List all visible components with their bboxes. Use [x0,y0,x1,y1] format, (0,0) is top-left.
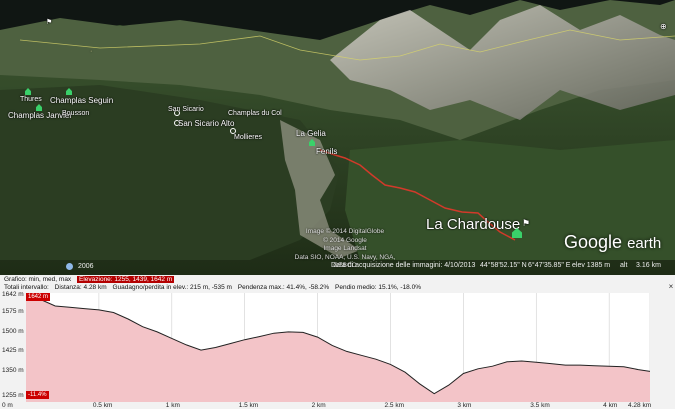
elevation: elev 1385 m [572,262,611,269]
current-elevation-tag: 1642 m [26,293,51,301]
logo-word-earth: earth [627,235,662,252]
latitude: 44°58'52.15" N [480,262,527,269]
flag-icon[interactable]: ⚑ [522,218,530,229]
y-tick-label: 1425 m [2,347,24,355]
y-axis: 1642 m 1575 m 1500 m 1425 m 1350 m 1255 m [0,291,26,409]
x-tick-label: 0 m [2,402,13,409]
close-icon[interactable]: × [667,283,675,291]
range-totals-label: Totali intervallo: [4,284,49,291]
y-tick-label: 1575 m [2,308,24,316]
google-earth-logo: Google earth [564,232,661,253]
elevation-chart-svg[interactable] [25,293,651,402]
x-tick-label: 1.5 km [238,402,259,409]
place-label-fenils[interactable]: Fenils [316,147,337,156]
x-tick-label: 3.5 km [530,402,550,409]
x-tick-label: 2 km [311,402,326,409]
max-slope: Pendenza max.: 41.4%, -58.2% [237,284,330,291]
current-slope-tag: -11.4% [26,391,49,399]
y-tick-label: 1255 m [2,391,24,399]
logo-word-google: Google [564,232,623,252]
x-tick-label: 4.28 km [628,402,652,409]
clock-icon[interactable] [66,263,73,270]
altitude-label: alt [620,262,628,269]
elevation-chart[interactable] [25,293,651,402]
elevation-summary[interactable]: Elevazione: 1255, 1439, 1642 m [77,276,175,283]
y-tick-label: 1500 m [2,327,24,335]
altitude-value: 3.16 km [636,262,661,269]
x-tick-label: 2.5 km [384,402,404,409]
place-label-thures[interactable]: Thures [20,96,42,103]
x-tick-label: 1 km [165,402,180,409]
border-label: · [90,48,93,55]
profile-info-line-2: Totali intervallo: Distanza: 4.28 km Gua… [4,284,425,292]
x-tick-label: 4 km [603,402,618,409]
x-tick-label: 3 km [457,402,472,409]
compass-icon[interactable]: ⊕ [660,22,667,31]
x-tick-label: 0.5 km [92,402,113,409]
y-tick-label: 1350 m [2,366,24,374]
earth-3d-view[interactable]: ⚑ · Thures Champlas Seguin Champlas Janv… [0,0,675,275]
credit-line: Image Landsat [323,245,367,252]
credit-line: Image © 2014 DigitalGlobe [305,228,385,235]
credit-line: © 2014 Google [323,236,367,244]
place-label-champlas-du-col[interactable]: Champlas du Col [228,110,282,117]
place-label-champlas-seguin[interactable]: Champlas Seguin [50,96,113,105]
avg-slope: Pendio medio: 15.1%, -18.0% [335,284,421,291]
historical-year[interactable]: 2006 [78,263,94,270]
place-label-san-sicario-alto[interactable]: San Sicario Alto [178,119,234,128]
status-bar: 2006 Data di acquisizione delle immagini… [0,260,675,275]
y-tick-label: 1642 m [2,291,24,299]
longitude: 6°47'35.85" E [528,262,571,269]
graph-legend: Grafico: min, med, max [4,276,72,283]
distance: Distanza: 4.28 km [54,284,107,291]
flag-icon[interactable]: ⚑ [46,18,52,26]
place-label-mollieres[interactable]: Mollieres [234,134,262,141]
place-label-la-gelia[interactable]: La Gelia [296,129,326,138]
elevation-profile-panel: Grafico: min, med, max Elevazione: 1255,… [0,275,675,409]
elevation-area [26,295,650,402]
place-label-san-sicario[interactable]: San Sicario [168,106,204,113]
place-label-bousson[interactable]: Bousson [62,110,89,117]
acquisition-date: Data di acquisizione delle immagini: 4/1… [331,262,476,269]
place-label-la-chardouse[interactable]: La Chardouse [426,216,520,233]
profile-info-line-1: Grafico: min, med, max Elevazione: 1255,… [4,276,178,284]
elevation-gain-loss: Guadagno/perdita in elev.: 215 m, -535 m [112,284,232,291]
